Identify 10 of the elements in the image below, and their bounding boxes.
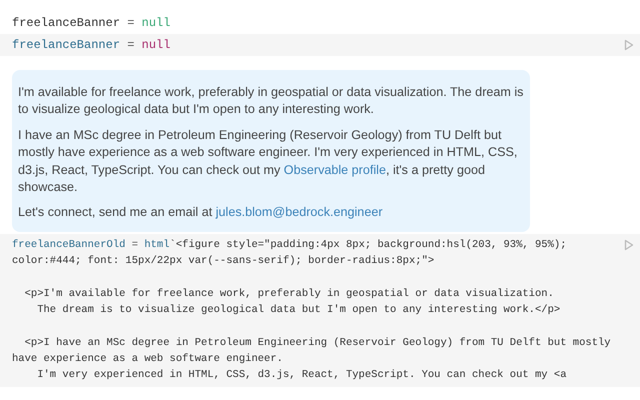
code-cell[interactable]: freelanceBanner = null bbox=[0, 34, 640, 56]
link[interactable]: Observable profile bbox=[284, 162, 386, 177]
run-icon[interactable] bbox=[624, 238, 634, 251]
banner-paragraph: I'm available for freelance work, preferably in geospatial or data visualization. The dream is to visualize geological data but I'm open to any interesting work. bbox=[18, 84, 524, 118]
banner-paragraph: Let's connect, send me an email at jules.blom@bedrock.engineer bbox=[18, 204, 384, 222]
cell-output: freelanceBanner = null bbox=[11, 15, 172, 32]
run-icon[interactable] bbox=[624, 39, 634, 51]
code-cell[interactable]: freelanceBannerOld = html`<figure style="padding:4px 8px; background:hsl(203, 93%, 95%); color:#444; font: 15px/22px var(--sans-serif); border-radius:8px;"> <p>I'm available for freelance work, preferably in geospatial or data visualization. The dream is to visualize geological data but I'm open to any interesting work.</p> <p>I have an MSc degree in Petroleum Engineering (Reservoir Geology) from TU Delft but mostly have experience as a web software engineer. I'm very experienced in HTML, CSS, d3.js, React, TypeScript. You can check out my <a bbox=[0, 234, 640, 387]
link[interactable]: jules.blom@bedrock.engineer bbox=[216, 205, 383, 220]
banner-paragraph: I have an MSc degree in Petroleum Engineering (Reservoir Geology) from TU Delft but mostly have experience as a web software engineer. I'm very experienced in HTML, CSS, d3.js, React, TypeScript. You can check out my Observable profile, it's a pretty good showcase. bbox=[18, 126, 518, 196]
